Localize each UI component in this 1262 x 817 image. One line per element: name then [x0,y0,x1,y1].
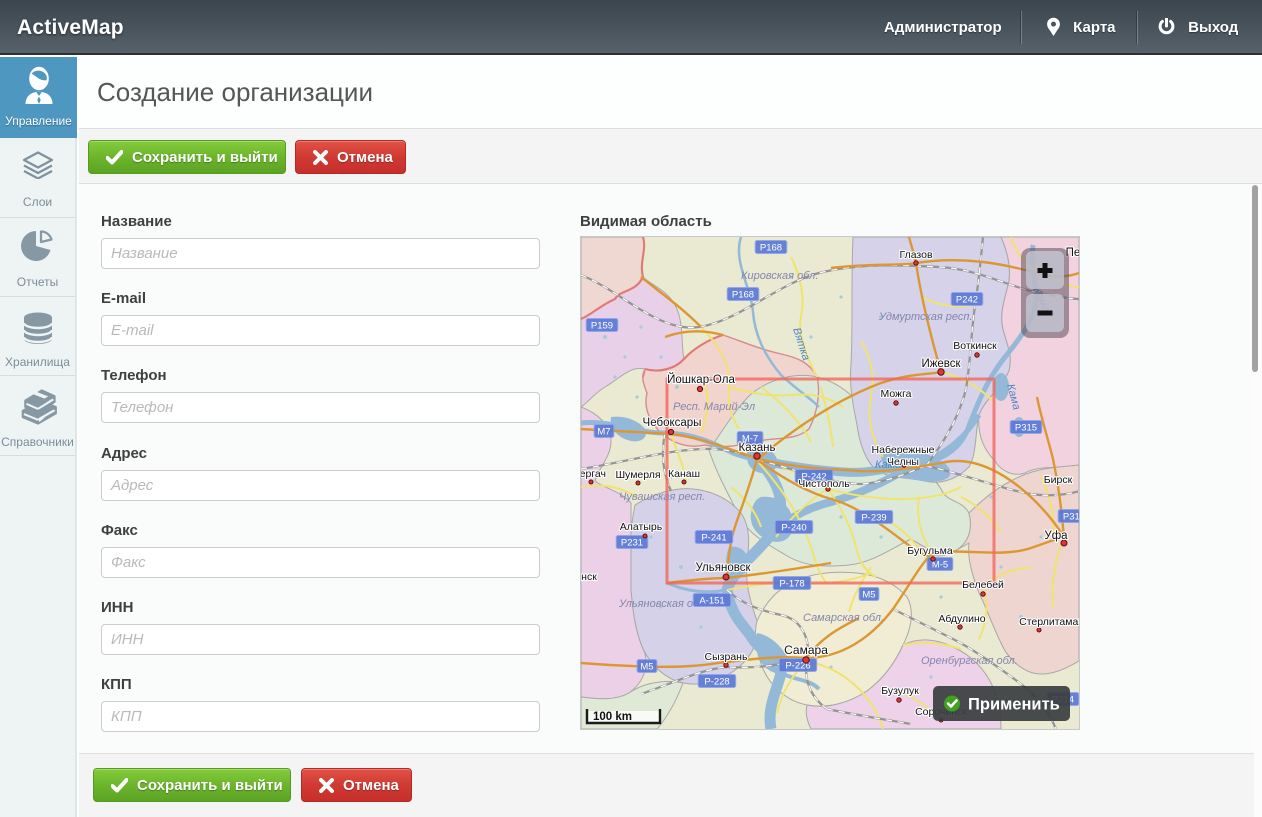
svg-text:Сызрань: Сызрань [705,651,748,663]
svg-text:Р168: Р168 [732,290,754,301]
svg-text:Бузулук: Бузулук [881,685,919,697]
svg-text:Глазов: Глазов [899,249,932,261]
svg-text:Абдулино: Абдулино [938,613,985,625]
svg-text:Р-228: Р-228 [704,677,729,688]
svg-text:Ульяновск: Ульяновск [696,562,752,574]
svg-text:Бирск: Бирск [1044,474,1073,486]
svg-text:Р-241: Р-241 [701,533,726,544]
svg-text:М5: М5 [862,590,875,601]
svg-text:Чистополь: Чистополь [798,478,850,490]
svg-text:Чувашская респ.: Чувашская респ. [619,491,705,503]
svg-text:Р168: Р168 [760,243,782,254]
svg-text:Удмуртская респ.: Удмуртская респ. [878,311,973,323]
svg-text:Белебей: Белебей [962,579,1004,591]
svg-text:Р-240: Р-240 [781,523,806,534]
svg-text:Р-178: Р-178 [779,579,804,590]
svg-text:М5: М5 [640,662,653,673]
svg-text:Можга: Можга [880,388,911,400]
svg-text:Челны: Челны [887,456,919,468]
svg-text:Р242: Р242 [956,295,978,306]
svg-text:Р315: Р315 [1063,512,1079,523]
svg-text:Алатырь: Алатырь [620,521,663,533]
svg-text:Бугульма: Бугульма [907,545,953,557]
svg-text:нск: нск [581,571,597,583]
svg-text:Сергач: Сергач [581,468,606,480]
svg-text:Применить: Применить [968,696,1060,714]
svg-text:Оренбургская обл.: Оренбургская обл. [921,655,1018,667]
svg-text:А-151: А-151 [699,596,724,607]
svg-text:Воткинск: Воткинск [953,340,997,352]
svg-text:Набережные: Набережные [872,444,935,456]
svg-text:Уфа: Уфа [1044,530,1068,542]
svg-text:Р231: Р231 [621,538,643,549]
svg-text:Йошкар-Ола: Йошкар-Ола [667,373,735,386]
svg-text:Канаш: Канаш [668,468,700,480]
svg-text:Р159: Р159 [591,321,613,332]
svg-text:Шумерля: Шумерля [615,469,660,481]
svg-text:М7: М7 [597,427,610,438]
svg-text:Чебоксары: Чебоксары [643,417,702,429]
svg-text:Кировская обл.: Кировская обл. [741,270,818,282]
svg-text:Самарская обл.: Самарская обл. [803,612,884,624]
svg-text:Респ. Марий-Эл: Респ. Марий-Эл [673,401,755,413]
svg-text:Р-239: Р-239 [861,513,886,524]
svg-text:Р315: Р315 [1015,423,1037,434]
svg-text:Самара: Самара [784,643,828,657]
svg-text:Казань: Казань [739,442,776,454]
svg-text:Ижевск: Ижевск [921,358,961,370]
svg-text:Стерлитамак: Стерлитамак [1019,616,1079,628]
svg-text:100 km: 100 km [593,711,632,723]
